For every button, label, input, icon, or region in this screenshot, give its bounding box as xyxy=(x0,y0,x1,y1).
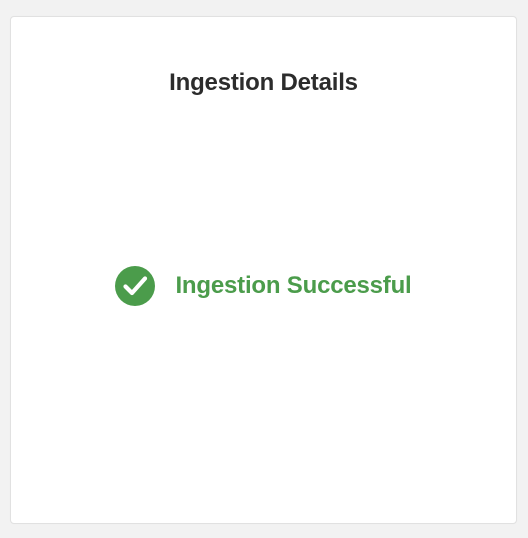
checkmark-circle-icon xyxy=(115,266,156,306)
card-title: Ingestion Details xyxy=(169,69,358,96)
status-text: Ingestion Successful xyxy=(175,272,412,299)
ingestion-status: Ingestion Successful xyxy=(11,266,516,306)
ingestion-details-card: Ingestion Details Ingestion Successful xyxy=(10,16,517,524)
